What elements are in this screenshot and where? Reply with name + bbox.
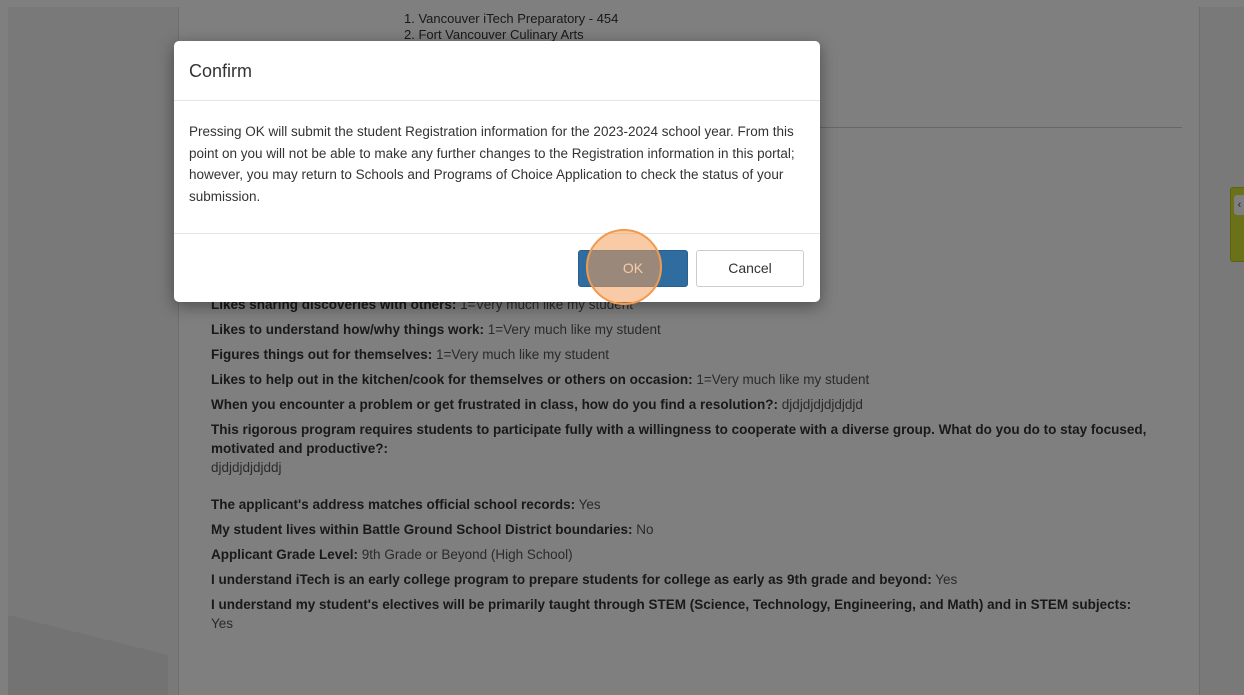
confirm-dialog: Confirm Pressing OK will submit the stud… [174,41,820,302]
dialog-title: Confirm [189,61,253,81]
dialog-header: Confirm [174,41,820,101]
cancel-button[interactable]: Cancel [696,250,804,287]
dialog-message: Pressing OK will submit the student Regi… [174,101,820,234]
ok-button[interactable]: OK [578,250,688,287]
dialog-footer: OK Cancel [174,234,820,302]
